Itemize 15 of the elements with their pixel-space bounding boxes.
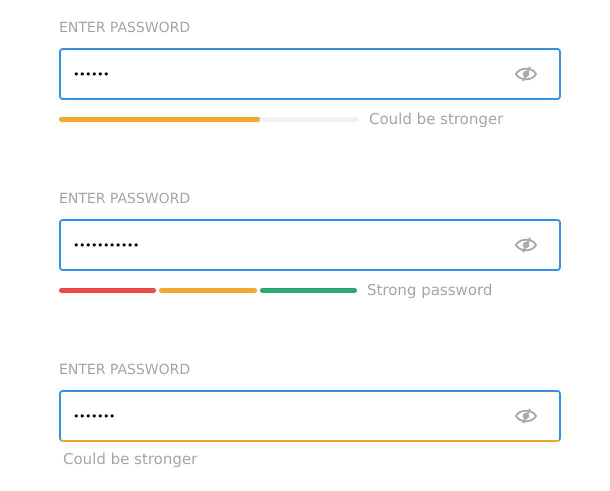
strength-text: Could be stronger [63,450,198,468]
password-field[interactable]: ••••••• [59,390,561,442]
eye-slash-icon[interactable] [515,66,537,82]
password-field[interactable]: •••••• [59,48,561,100]
eye-slash-icon[interactable] [515,408,537,424]
field-label: ENTER PASSWORD [59,190,192,209]
masked-password: ••••••••••• [73,238,139,252]
eye-slash-icon[interactable] [515,237,537,253]
strength-text: Strong password [367,281,492,299]
masked-password: •••••• [73,68,109,80]
strength-text: Could be stronger [369,110,504,128]
field-label: ENTER PASSWORD [59,19,192,38]
field-label: ENTER PASSWORD [59,361,192,380]
masked-password: ••••••• [73,410,115,422]
password-field[interactable]: ••••••••••• [59,219,561,271]
